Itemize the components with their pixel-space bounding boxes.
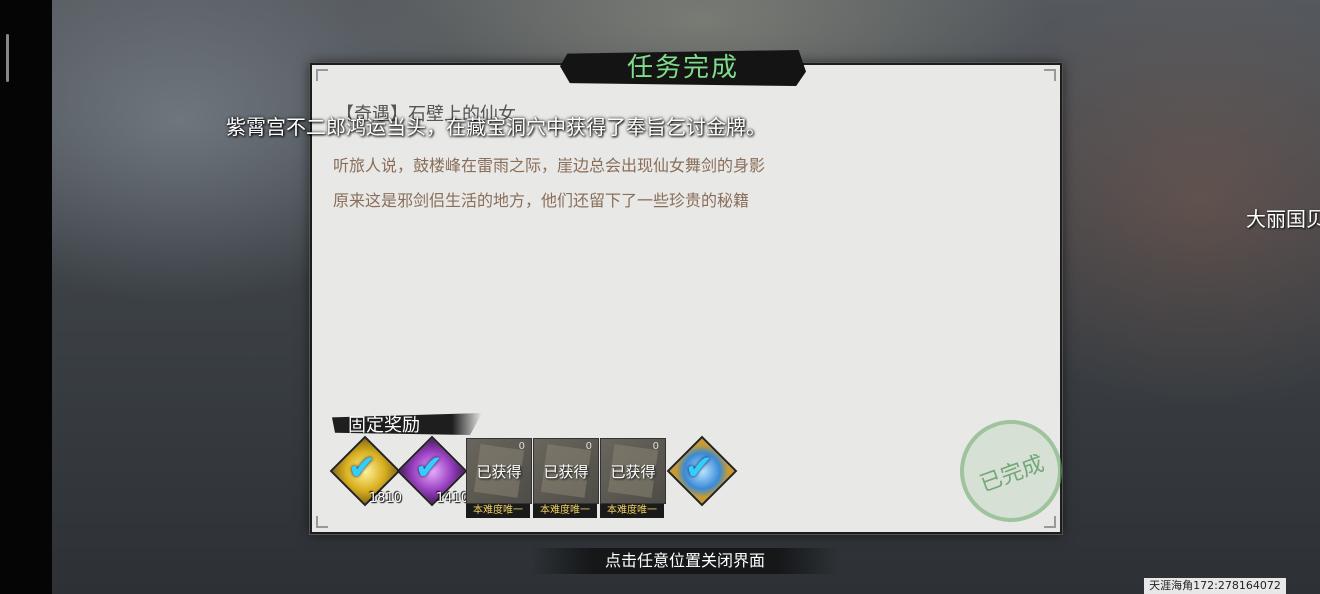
broadcast-message: 紫霄宫不二郎鸿运当头，在藏宝洞穴中获得了奉旨乞讨金牌。 bbox=[226, 115, 766, 139]
check-icon: ✔ bbox=[684, 448, 714, 488]
reward-item-purple-badge[interactable]: ✔ 1410 bbox=[396, 435, 469, 507]
scroll-icon: 0 已获得 bbox=[466, 438, 532, 504]
reward-item-scroll[interactable]: 0 已获得 本难度唯一 bbox=[466, 438, 532, 518]
corner-ornament bbox=[1044, 516, 1056, 528]
reward-item-gold-badge[interactable]: ✔ 1810 bbox=[329, 435, 402, 507]
check-icon: ✔ bbox=[414, 448, 444, 488]
broadcast-side-text: 大丽国贝 bbox=[1246, 207, 1320, 231]
dialog-title: 任务完成 bbox=[626, 53, 739, 83]
left-edge-bar bbox=[0, 0, 52, 594]
quest-description-line: 听旅人说，鼓楼峰在雷雨之际，崖边总会出现仙女舞剑的身影 bbox=[333, 156, 766, 175]
quest-description-line: 原来这是邪剑侣生活的地方，他们还留下了一些珍贵的秘籍 bbox=[333, 191, 750, 210]
corner-count: 0 bbox=[585, 441, 592, 452]
reward-item-scroll[interactable]: 0 已获得 本难度唯一 bbox=[600, 438, 666, 518]
player-id-label: 天涯海角172:278164072 bbox=[1144, 578, 1286, 594]
unique-tag: 本难度唯一 bbox=[466, 504, 530, 518]
fixed-reward-label: 固定奖励 bbox=[348, 415, 420, 436]
corner-ornament bbox=[316, 69, 328, 81]
unique-tag: 本难度唯一 bbox=[600, 504, 664, 518]
reward-item-blue-badge[interactable]: ✔ bbox=[666, 435, 738, 507]
check-icon: ✔ bbox=[347, 448, 377, 488]
scroll-icon: 0 已获得 bbox=[600, 438, 666, 504]
completed-stamp-text: 已完成 bbox=[976, 451, 1048, 498]
obtained-label: 已获得 bbox=[543, 463, 589, 481]
corner-ornament bbox=[1044, 69, 1056, 81]
reward-item-scroll[interactable]: 0 已获得 本难度唯一 bbox=[533, 438, 599, 518]
scroll-icon: 0 已获得 bbox=[533, 438, 599, 504]
obtained-label: 已获得 bbox=[610, 463, 656, 481]
unique-tag: 本难度唯一 bbox=[533, 504, 597, 518]
reward-count: 1810 bbox=[368, 491, 402, 506]
obtained-label: 已获得 bbox=[476, 463, 522, 481]
reward-count: 1410 bbox=[435, 491, 469, 506]
corner-ornament bbox=[316, 516, 328, 528]
edge-handle bbox=[6, 34, 9, 82]
corner-count: 0 bbox=[518, 441, 525, 452]
corner-count: 0 bbox=[652, 441, 659, 452]
close-hint[interactable]: 点击任意位置关闭界面 bbox=[530, 548, 840, 574]
